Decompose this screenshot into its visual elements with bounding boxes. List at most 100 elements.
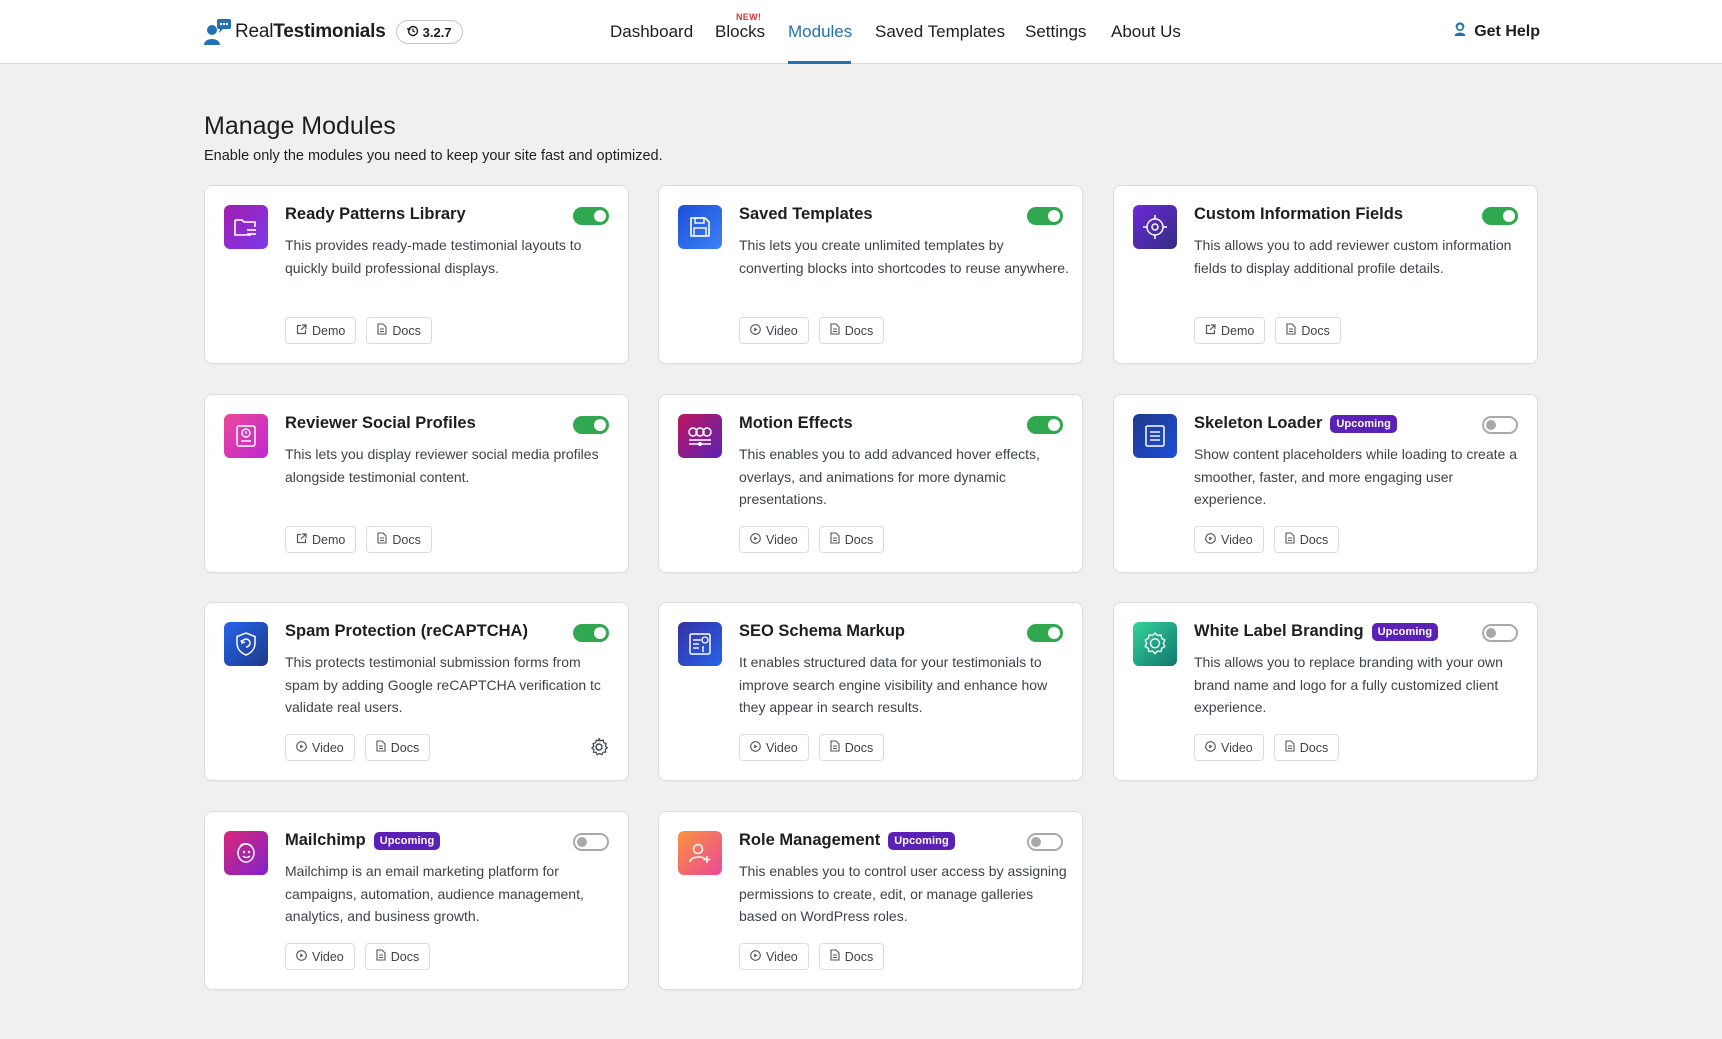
module-actions: Video Docs: [739, 526, 885, 553]
video-button[interactable]: Video: [739, 734, 809, 761]
video-button[interactable]: Video: [285, 943, 355, 970]
module-card-mailchimp: Mailchimp Upcoming Mailchimp is an email …: [204, 811, 629, 990]
module-card-saved-templates: Saved Templates This lets you create unl…: [658, 185, 1083, 364]
nav-blocks[interactable]: Blocks: [715, 22, 765, 42]
module-toggle[interactable]: [1482, 416, 1518, 434]
module-toggle[interactable]: [573, 624, 609, 642]
save-icon: [678, 205, 722, 249]
demo-button[interactable]: Demo: [1194, 317, 1266, 344]
play-circle-icon: [296, 949, 307, 964]
nav-dashboard[interactable]: Dashboard: [610, 22, 693, 42]
folder-icon: [224, 205, 268, 249]
demo-button[interactable]: Demo: [285, 526, 357, 553]
module-card-role-management: Role Management Upcoming This enables you…: [658, 811, 1083, 990]
docs-button[interactable]: Docs: [818, 943, 885, 970]
docs-button[interactable]: Docs: [1275, 317, 1341, 344]
module-title: Mailchimp Upcoming: [285, 831, 441, 850]
document-lines-icon: [1133, 414, 1177, 458]
play-circle-icon: [1205, 532, 1216, 547]
document-icon: [1286, 323, 1296, 338]
upcoming-badge: Upcoming: [1330, 414, 1397, 433]
upcoming-badge: Upcoming: [1371, 622, 1439, 641]
nav-modules[interactable]: Modules: [788, 22, 852, 42]
docs-button[interactable]: Docs: [818, 526, 885, 553]
docs-button[interactable]: Docs: [1273, 734, 1340, 761]
schema-icon: [678, 622, 722, 666]
docs-button[interactable]: Docs: [364, 734, 431, 761]
module-toggle[interactable]: [1482, 624, 1518, 642]
history-icon: [406, 25, 419, 40]
video-button[interactable]: Video: [1194, 734, 1264, 761]
module-title: Skeleton Loader Upcoming: [1194, 414, 1397, 433]
page-subtitle: Enable only the modules you need to keep…: [204, 148, 663, 164]
module-toggle[interactable]: [1027, 207, 1063, 225]
video-button[interactable]: Video: [1194, 526, 1264, 553]
get-help-button[interactable]: Get Help: [1453, 22, 1540, 42]
upcoming-badge: Upcoming: [888, 831, 955, 850]
nav-about-us[interactable]: About Us: [1111, 22, 1181, 42]
document-icon: [830, 323, 840, 338]
docs-button[interactable]: Docs: [818, 734, 885, 761]
upcoming-badge: Upcoming: [373, 831, 441, 850]
module-actions: Video Docs: [1194, 734, 1340, 761]
page-title: Manage Modules: [204, 112, 396, 140]
docs-button[interactable]: Docs: [366, 526, 432, 553]
play-circle-icon: [750, 323, 761, 338]
play-circle-icon: [296, 740, 307, 755]
profile-card-icon: [224, 414, 268, 458]
module-card-custom-information-fields: Custom Information Fields This allows yo…: [1113, 185, 1538, 364]
module-toggle[interactable]: [1027, 624, 1063, 642]
module-actions: Demo Docs: [285, 317, 432, 344]
module-toggle[interactable]: [1027, 833, 1063, 851]
module-title: White Label Branding Upcoming: [1194, 622, 1439, 641]
video-button[interactable]: Video: [739, 943, 809, 970]
version-badge: 3.2.7: [395, 20, 463, 44]
document-icon: [830, 532, 840, 547]
module-title: Ready Patterns Library: [285, 205, 466, 223]
nav-settings[interactable]: Settings: [1025, 22, 1086, 42]
document-icon: [830, 740, 840, 755]
docs-button[interactable]: Docs: [1273, 526, 1340, 553]
module-toggle[interactable]: [573, 416, 609, 434]
video-button[interactable]: Video: [285, 734, 355, 761]
settings-gear-icon[interactable]: [589, 737, 609, 757]
module-card-white-label-branding: White Label Branding Upcoming This allows…: [1113, 602, 1538, 781]
get-help-label: Get Help: [1474, 23, 1540, 40]
module-description: This enables you to add advanced hover e…: [739, 446, 1040, 507]
demo-button[interactable]: Demo: [285, 317, 357, 344]
shield-icon: [224, 622, 268, 666]
module-toggle[interactable]: [573, 207, 609, 225]
module-toggle[interactable]: [573, 833, 609, 851]
docs-button[interactable]: Docs: [366, 317, 432, 344]
module-title: Role Management Upcoming: [739, 831, 955, 850]
video-button[interactable]: Video: [739, 317, 809, 344]
brand[interactable]: RealTestimonials 3.2.7: [203, 18, 463, 46]
module-title: Reviewer Social Profiles: [285, 414, 476, 432]
nav-saved-templates[interactable]: Saved Templates: [875, 22, 1005, 42]
module-actions: Video Docs: [1194, 526, 1340, 553]
document-icon: [1285, 532, 1295, 547]
module-card-spam-protection: Spam Protection (reCAPTCHA) This protect…: [204, 602, 629, 781]
module-toggle[interactable]: [1482, 207, 1518, 225]
module-actions: Video Docs: [739, 943, 885, 970]
module-title: Motion Effects: [739, 414, 853, 432]
module-description: This enables you to control user access …: [739, 863, 1067, 924]
video-button[interactable]: Video: [739, 526, 809, 553]
module-actions: Video Docs: [285, 734, 431, 761]
motion-icon: [678, 414, 722, 458]
docs-button[interactable]: Docs: [818, 317, 885, 344]
module-toggle[interactable]: [1027, 416, 1063, 434]
module-actions: Demo Docs: [285, 526, 432, 553]
external-link-icon: [296, 532, 307, 547]
module-description: Mailchimp is an email marketing platform…: [285, 863, 584, 924]
module-title: Saved Templates: [739, 205, 873, 223]
docs-button[interactable]: Docs: [364, 943, 431, 970]
play-circle-icon: [750, 532, 761, 547]
badge-gear-icon: [1133, 622, 1177, 666]
module-card-motion-effects: Motion Effects This enables you to add a…: [658, 394, 1083, 573]
module-title: Custom Information Fields: [1194, 205, 1404, 223]
top-bar: RealTestimonials 3.2.7 Dashboard NEW! Bl…: [0, 0, 1722, 64]
play-circle-icon: [750, 949, 761, 964]
module-description: This lets you display reviewer social me…: [285, 446, 599, 485]
module-actions: Video Docs: [285, 943, 431, 970]
